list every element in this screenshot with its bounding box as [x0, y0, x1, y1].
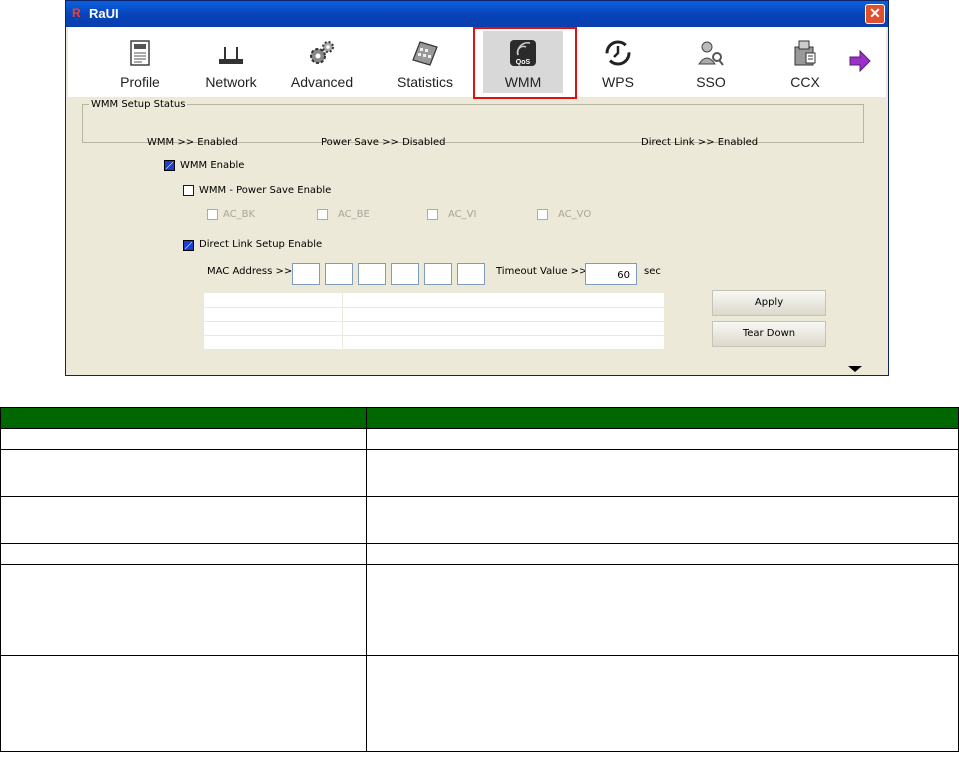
table-cell — [366, 449, 959, 497]
mac-octet-6-input[interactable] — [457, 263, 485, 285]
table-column-divider — [342, 293, 343, 349]
window-title: RaUI — [89, 6, 119, 21]
wmm-setup-status-group: WMM Setup Status WMM >> Enabled Power Sa… — [82, 99, 864, 148]
tab-ccx[interactable]: CCX — [765, 31, 845, 93]
tab-network[interactable]: Network — [191, 31, 271, 93]
tab-ccx-label: CCX — [790, 74, 820, 90]
table-row — [0, 543, 959, 565]
status-legend: WMM Setup Status — [91, 99, 186, 110]
table-row-divider — [204, 321, 664, 322]
statistics-icon — [412, 41, 438, 66]
ac-be-checkbox[interactable] — [317, 209, 328, 220]
sso-icon — [698, 41, 724, 66]
mac-octet-1-input[interactable] — [292, 263, 320, 285]
power-save-enable-label: WMM - Power Save Enable — [199, 185, 332, 196]
mac-octet-4-input[interactable] — [391, 263, 419, 285]
power-save-enable-checkbox[interactable] — [183, 185, 194, 196]
tab-sso-label: SSO — [696, 74, 726, 90]
timeout-input[interactable]: 60 — [585, 263, 637, 285]
table-cell — [366, 564, 959, 656]
table-cell — [366, 543, 959, 565]
advanced-gears-icon — [310, 41, 334, 64]
mac-octet-5-input[interactable] — [424, 263, 452, 285]
table-row — [0, 564, 959, 656]
table-cell — [0, 564, 367, 656]
close-button[interactable]: ✕ — [865, 4, 885, 24]
wmm-highlight-frame — [473, 27, 577, 99]
direct-link-table[interactable] — [204, 293, 664, 349]
table-cell — [366, 428, 959, 450]
table-row-divider — [204, 307, 664, 308]
wps-icon — [605, 40, 631, 66]
table-cell — [366, 496, 959, 544]
table-header-cell — [366, 407, 959, 429]
tab-wps[interactable]: WPS — [578, 31, 658, 93]
tab-wps-label: WPS — [602, 74, 634, 90]
tab-network-label: Network — [205, 74, 257, 90]
table-cell — [0, 655, 367, 752]
wmm-enable-label: WMM Enable — [180, 160, 245, 171]
timeout-unit: sec — [644, 266, 661, 277]
ralink-logo-icon: R — [72, 6, 81, 20]
tab-statistics[interactable]: Statistics — [385, 31, 465, 93]
direct-link-enable-label: Direct Link Setup Enable — [199, 239, 323, 250]
table-header-row — [0, 407, 959, 429]
tab-advanced-label: Advanced — [290, 74, 354, 90]
tab-profile[interactable]: Profile — [100, 31, 180, 93]
scroll-down-icon[interactable] — [830, 365, 880, 373]
table-row — [0, 428, 959, 450]
apply-button[interactable]: Apply — [712, 290, 826, 316]
description-table — [0, 407, 959, 752]
mac-octet-2-input[interactable] — [325, 263, 353, 285]
raui-window: R RaUI ✕ Profile Network Advanced Statis… — [65, 0, 889, 376]
table-row — [0, 655, 959, 752]
network-icon — [219, 47, 243, 64]
title-bar: R RaUI ✕ — [66, 1, 888, 27]
status-power-save: Power Save >> Disabled — [321, 137, 446, 148]
table-cell — [0, 543, 367, 565]
status-direct-link: Direct Link >> Enabled — [641, 137, 759, 148]
tab-sso[interactable]: SSO — [671, 31, 751, 93]
table-header-cell — [0, 407, 367, 429]
status-wmm: WMM >> Enabled — [147, 137, 238, 148]
ac-vi-checkbox[interactable] — [427, 209, 438, 220]
tab-advanced[interactable]: Advanced — [282, 31, 362, 93]
table-cell — [0, 496, 367, 544]
direct-link-enable-checkbox[interactable] — [183, 240, 194, 251]
table-row — [0, 449, 959, 497]
wmm-panel: WMM Setup Status WMM >> Enabled Power Sa… — [68, 97, 886, 375]
ac-vi-label: AC_VI — [448, 209, 477, 220]
ac-bk-checkbox[interactable] — [207, 209, 218, 220]
ac-vo-checkbox[interactable] — [537, 209, 548, 220]
profile-icon — [130, 40, 150, 66]
table-row — [0, 496, 959, 544]
ac-be-label: AC_BE — [338, 209, 370, 220]
next-arrow-icon[interactable] — [848, 49, 872, 73]
tear-down-button[interactable]: Tear Down — [712, 321, 826, 347]
ac-bk-label: AC_BK — [223, 209, 256, 220]
ccx-icon — [794, 40, 816, 66]
mac-octet-3-input[interactable] — [358, 263, 386, 285]
timeout-label: Timeout Value >> — [496, 266, 588, 277]
tab-profile-label: Profile — [120, 74, 160, 90]
table-row-divider — [204, 335, 664, 336]
table-cell — [0, 449, 367, 497]
wmm-enable-checkbox[interactable] — [164, 160, 175, 171]
tab-statistics-label: Statistics — [396, 74, 453, 90]
table-cell — [366, 655, 959, 752]
ac-vo-label: AC_VO — [558, 209, 592, 220]
mac-address-label: MAC Address >> — [207, 266, 293, 277]
table-cell — [0, 428, 367, 450]
